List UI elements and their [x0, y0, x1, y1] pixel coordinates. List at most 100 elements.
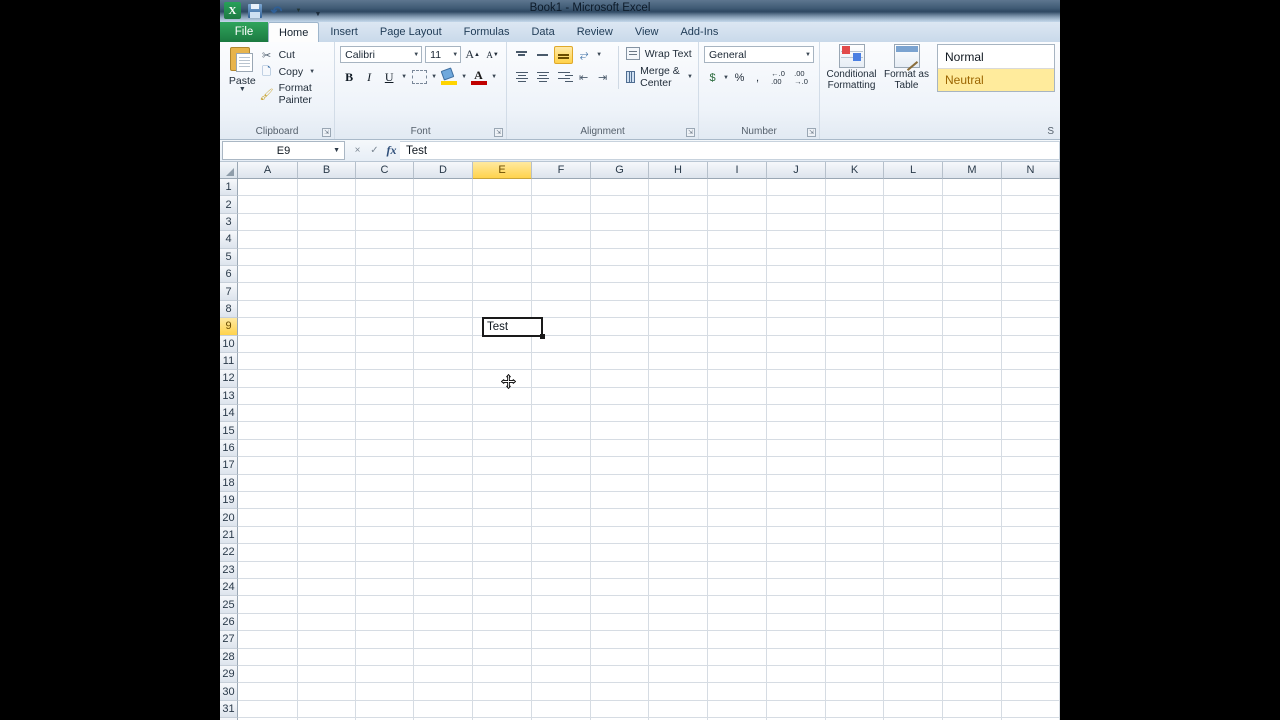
- cell-c22[interactable]: [356, 544, 414, 562]
- cell-l12[interactable]: [884, 370, 943, 388]
- cell-k20[interactable]: [826, 509, 884, 527]
- fill-handle[interactable]: [540, 333, 545, 339]
- cell-f14[interactable]: [532, 405, 591, 423]
- orientation-chevron-down-icon[interactable]: ▼: [595, 52, 603, 58]
- column-header-l[interactable]: L: [884, 162, 943, 179]
- cell-j4[interactable]: [767, 231, 826, 249]
- cell-b27[interactable]: [298, 631, 356, 649]
- row-header-14[interactable]: 14: [220, 405, 238, 423]
- cell-j12[interactable]: [767, 370, 826, 388]
- cell-g15[interactable]: [591, 422, 649, 440]
- cell-i24[interactable]: [708, 578, 767, 597]
- font-size-chevron-down-icon[interactable]: ▼: [449, 52, 458, 58]
- column-header-d[interactable]: D: [414, 162, 473, 179]
- cell-i1[interactable]: [708, 179, 767, 197]
- row-header-8[interactable]: 8: [220, 300, 238, 319]
- cell-h25[interactable]: [649, 596, 708, 614]
- cell-m9[interactable]: [943, 318, 1002, 336]
- cell-h6[interactable]: [649, 265, 708, 284]
- cell-j5[interactable]: [767, 248, 826, 266]
- cell-f5[interactable]: [532, 248, 591, 266]
- cell-l14[interactable]: [884, 405, 943, 423]
- cell-n5[interactable]: [1002, 248, 1060, 266]
- cell-k25[interactable]: [826, 596, 884, 614]
- cell-e4[interactable]: [473, 231, 532, 249]
- cell-b17[interactable]: [298, 457, 356, 475]
- cell-f18[interactable]: [532, 474, 591, 493]
- cancel-formula-button[interactable]: ×: [349, 141, 366, 160]
- cell-m21[interactable]: [943, 526, 1002, 545]
- cell-k22[interactable]: [826, 544, 884, 562]
- cell-b19[interactable]: [298, 492, 356, 510]
- tab-formulas[interactable]: Formulas: [453, 22, 521, 42]
- merge-center-chevron-down-icon[interactable]: ▼: [687, 74, 693, 80]
- cell-k5[interactable]: [826, 248, 884, 266]
- format-painter-button[interactable]: 🖌 Format Painter: [260, 82, 330, 106]
- cell-d11[interactable]: [414, 352, 473, 371]
- comma-style-button[interactable]: ,: [749, 69, 766, 86]
- cell-k30[interactable]: [826, 683, 884, 701]
- excel-logo-icon[interactable]: X: [223, 1, 242, 20]
- cell-f25[interactable]: [532, 596, 591, 614]
- cell-l4[interactable]: [884, 231, 943, 249]
- cell-c25[interactable]: [356, 596, 414, 614]
- cell-l21[interactable]: [884, 526, 943, 545]
- paste-chevron-down-icon[interactable]: ▼: [239, 86, 246, 93]
- cell-c1[interactable]: [356, 179, 414, 197]
- cell-k1[interactable]: [826, 179, 884, 197]
- orientation-button[interactable]: ⥂: [575, 46, 593, 64]
- cell-d6[interactable]: [414, 265, 473, 284]
- cell-d1[interactable]: [414, 179, 473, 197]
- cell-m27[interactable]: [943, 631, 1002, 649]
- insert-function-button[interactable]: fx: [383, 141, 400, 160]
- cell-i18[interactable]: [708, 474, 767, 493]
- cell-c13[interactable]: [356, 387, 414, 406]
- number-dialog-launcher[interactable]: ⇲: [807, 128, 816, 137]
- cell-e6[interactable]: [473, 265, 532, 284]
- cell-e27[interactable]: [473, 631, 532, 649]
- cell-m22[interactable]: [943, 544, 1002, 562]
- cell-k19[interactable]: [826, 492, 884, 510]
- cell-f23[interactable]: [532, 561, 591, 579]
- cell-b23[interactable]: [298, 561, 356, 579]
- bold-button[interactable]: B: [340, 68, 358, 86]
- cell-g7[interactable]: [591, 283, 649, 301]
- column-header-g[interactable]: G: [591, 162, 649, 179]
- cell-k4[interactable]: [826, 231, 884, 249]
- cell-a18[interactable]: [238, 474, 298, 493]
- save-icon[interactable]: [245, 1, 264, 20]
- column-header-i[interactable]: I: [708, 162, 767, 179]
- cell-a28[interactable]: [238, 648, 298, 666]
- cell-f30[interactable]: [532, 683, 591, 701]
- cell-b6[interactable]: [298, 265, 356, 284]
- cell-a10[interactable]: [238, 335, 298, 353]
- cell-i7[interactable]: [708, 283, 767, 301]
- paste-button[interactable]: Paste ▼: [225, 46, 260, 93]
- cell-j17[interactable]: [767, 457, 826, 475]
- cell-l24[interactable]: [884, 578, 943, 597]
- cell-a11[interactable]: [238, 352, 298, 371]
- cell-k2[interactable]: [826, 196, 884, 214]
- cell-k13[interactable]: [826, 387, 884, 406]
- cell-l19[interactable]: [884, 492, 943, 510]
- row-header-2[interactable]: 2: [220, 196, 238, 214]
- cell-f15[interactable]: [532, 422, 591, 440]
- cell-b29[interactable]: [298, 665, 356, 684]
- cell-m12[interactable]: [943, 370, 1002, 388]
- cell-d4[interactable]: [414, 231, 473, 249]
- cell-f4[interactable]: [532, 231, 591, 249]
- tab-home[interactable]: Home: [268, 22, 320, 42]
- cell-f11[interactable]: [532, 352, 591, 371]
- cell-j24[interactable]: [767, 578, 826, 597]
- cell-b9[interactable]: [298, 318, 356, 336]
- cell-b22[interactable]: [298, 544, 356, 562]
- cell-a7[interactable]: [238, 283, 298, 301]
- conditional-formatting-button[interactable]: Conditional Formatting: [825, 44, 878, 91]
- cell-g28[interactable]: [591, 648, 649, 666]
- cell-c8[interactable]: [356, 300, 414, 319]
- cell-n25[interactable]: [1002, 596, 1060, 614]
- cell-k9[interactable]: [826, 318, 884, 336]
- cell-n8[interactable]: [1002, 300, 1060, 319]
- cell-l15[interactable]: [884, 422, 943, 440]
- italic-button[interactable]: I: [360, 68, 378, 86]
